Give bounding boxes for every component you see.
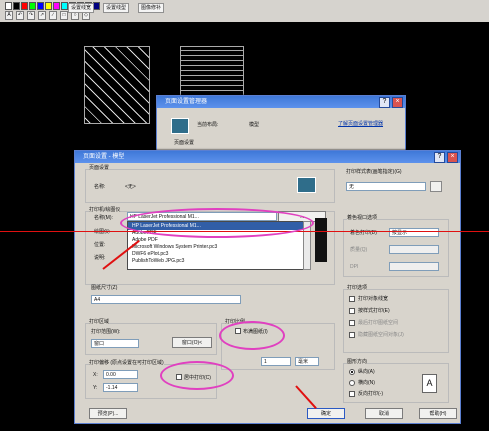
window-controls: ? × — [434, 152, 458, 163]
description-label: 说明: — [94, 255, 106, 261]
quality-label: 质量(Q) — [350, 247, 368, 253]
window-controls: ? × — [379, 97, 403, 108]
page-setup-icon — [297, 177, 316, 193]
paper-size-select[interactable]: A4 — [91, 295, 241, 304]
scale-value-field[interactable]: 1 — [261, 357, 291, 366]
plot-options-section: 打印选项 — [347, 285, 368, 291]
orientation-section: 图形方向 — [347, 359, 368, 365]
rectangle-tool-icon[interactable]: □ — [60, 11, 68, 20]
printer-option[interactable]: Microsoft Windows System Printer.pc3 — [128, 244, 304, 251]
shaded-viewport-section: 着色视口选项 — [347, 215, 378, 221]
help-button[interactable]: 帮助(H) — [419, 408, 457, 419]
orientation-label: 纵向(A) — [358, 369, 375, 375]
plot-range-label: 打印范围(W): — [91, 329, 121, 335]
color-swatch[interactable] — [13, 2, 20, 10]
plotter-label: 绘图仪: — [94, 229, 111, 235]
x-label: X: — [93, 372, 98, 378]
arrow-tool-icon[interactable]: ↗ — [38, 11, 46, 20]
page-setup-dialog: 页面设置 - 模型 ? × 页面设置 名称: <无> 打印机/绘图仪 名称(M)… — [74, 150, 461, 424]
paper-size-label: 图纸尺寸(Z) — [91, 285, 118, 291]
help-icon[interactable]: ? — [379, 97, 390, 108]
offset-section: 打印偏移 (原点设置在可打印区域) — [89, 360, 164, 366]
quality-select[interactable] — [389, 245, 439, 254]
close-icon[interactable]: × — [392, 97, 403, 108]
tab-image-repair[interactable]: 图像修补 — [138, 3, 165, 13]
location-label: 位置: — [94, 242, 106, 248]
y-offset-field[interactable]: -1.14 — [103, 383, 138, 392]
drawing-sheet — [84, 46, 150, 124]
fit-paper-highlight-oval — [219, 321, 285, 350]
cancel-button[interactable]: 取消 — [365, 408, 403, 419]
printer-option[interactable]: DWF6 ePlot.pc3 — [128, 251, 304, 258]
color-swatch[interactable] — [21, 2, 28, 10]
plot-style-select[interactable]: 无 — [346, 182, 426, 191]
undo-icon[interactable]: ↶ — [16, 11, 24, 20]
page-setup-section: 页面设置 — [89, 165, 110, 171]
color-swatch[interactable] — [5, 2, 12, 10]
orientation-label: 反向打印(-) — [358, 391, 383, 397]
portrait-radio[interactable] — [349, 369, 355, 375]
plot-option-label: 按样式打印(E) — [358, 308, 390, 314]
center-plot-highlight-oval — [160, 361, 234, 390]
name-label: 名称: — [94, 184, 106, 190]
plot-range-select[interactable]: 窗口 — [91, 339, 139, 348]
plot-area-section: 打印区域 — [89, 319, 110, 325]
dpi-field[interactable] — [389, 262, 439, 271]
ok-button[interactable]: 确定 — [307, 408, 345, 419]
orientation-preview-icon: A — [422, 374, 437, 393]
plot-option-label: 打印对象线宽 — [358, 296, 389, 302]
printer-highlight-oval — [120, 208, 314, 238]
redo-icon[interactable]: ↷ — [27, 11, 35, 20]
help-icon[interactable]: ? — [434, 152, 445, 163]
plot-upside-down-checkbox[interactable] — [349, 391, 355, 397]
x-offset-field[interactable]: 0.00 — [103, 370, 138, 379]
current-layout-value: 模型 — [249, 122, 260, 128]
text-tool-icon[interactable]: A — [5, 11, 13, 20]
tab-line-width[interactable]: 设置线宽 — [68, 3, 95, 13]
printer-section: 打印机/绘图仪 — [89, 207, 121, 213]
color-swatch[interactable] — [29, 2, 36, 10]
plot-paperspace-last-checkbox[interactable] — [349, 320, 355, 326]
window-button[interactable]: 窗口(O)< — [172, 337, 212, 348]
printer-option[interactable]: PublishToWeb JPG.pc3 — [128, 258, 304, 265]
dpi-label: DPI — [350, 264, 359, 270]
edit-plot-style-icon[interactable] — [430, 181, 442, 192]
y-label: Y: — [93, 385, 98, 391]
scale-unit-select[interactable]: 毫米 — [295, 357, 319, 366]
page-setup-section-label: 页面设置 — [174, 140, 195, 146]
plot-object-lineweights-checkbox[interactable] — [349, 296, 355, 302]
back-dialog-title-text: 页面设置管理器 — [165, 99, 208, 105]
close-icon[interactable]: × — [447, 152, 458, 163]
plot-with-styles-checkbox[interactable] — [349, 308, 355, 314]
shade-plot-select[interactable]: 按显示 — [389, 228, 439, 237]
plot-option-label: 最后打印图纸空间 — [358, 320, 399, 326]
page-setup-title-text: 页面设置 - 模型 — [83, 154, 125, 160]
layout-icon — [171, 118, 189, 134]
plot-style-section: 打印样式表(画笔指定)(G) — [346, 169, 402, 175]
color-swatch[interactable] — [93, 2, 100, 10]
paper-preview — [315, 218, 327, 262]
printer-name-label: 名称(M): — [94, 215, 113, 221]
orientation-label: 横向(N) — [358, 380, 375, 386]
color-swatch[interactable] — [61, 2, 68, 10]
printer-option[interactable]: Adobe PDF — [128, 237, 304, 244]
color-swatch[interactable] — [37, 2, 44, 10]
color-swatch[interactable] — [45, 2, 52, 10]
page-setup-title: 页面设置 - 模型 ? × — [75, 151, 460, 163]
color-swatch[interactable] — [53, 2, 60, 10]
name-value: <无> — [125, 184, 136, 190]
landscape-radio[interactable] — [349, 380, 355, 386]
current-layout-label: 当前布局: — [197, 122, 219, 128]
hide-paperspace-objects-checkbox[interactable] — [349, 332, 355, 338]
line-tool-icon[interactable]: ∕ — [49, 11, 57, 20]
back-dialog-title: 页面设置管理器 ? × — [157, 96, 405, 108]
plot-option-label: 隐藏图纸空间对象(J) — [358, 332, 404, 338]
learn-page-setup-link[interactable]: 了解页面设置管理器 — [338, 121, 394, 127]
preview-button[interactable]: 预览(P)... — [89, 408, 127, 419]
paint-toolbar: A ↶ ↷ ↗ ∕ □ ○ ◇ 设置线宽 设置线型 图像修补 — [0, 0, 489, 23]
tab-line-type[interactable]: 设置线型 — [103, 3, 130, 13]
